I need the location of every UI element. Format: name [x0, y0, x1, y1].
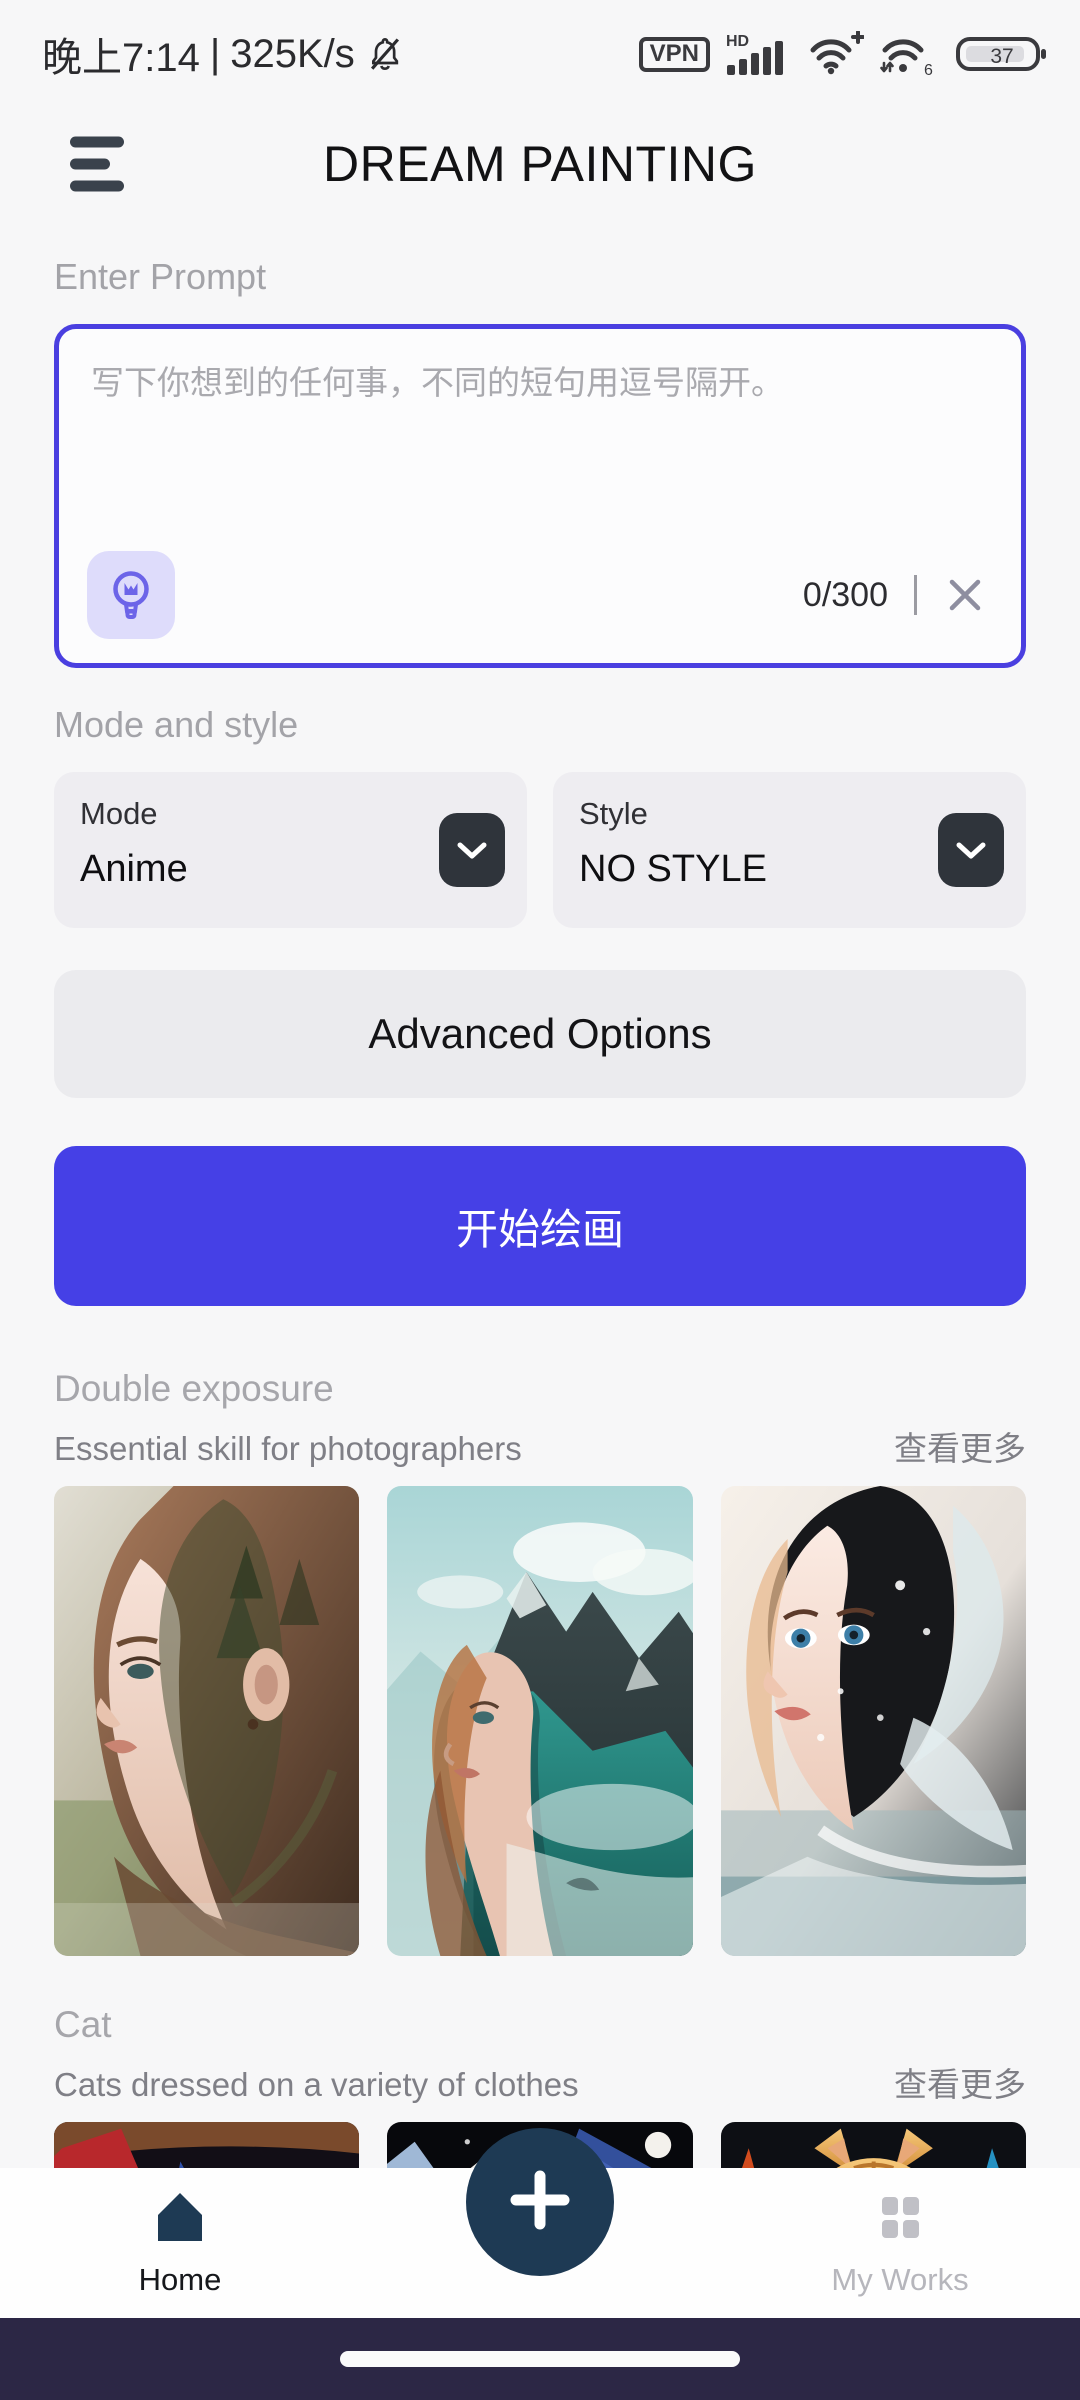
gallery-title: Double exposure — [54, 1368, 334, 1409]
mode-style-row: Mode Anime Style NO STYLE — [54, 772, 1026, 928]
close-x-icon[interactable] — [943, 573, 987, 617]
prompt-footer: 0/300 — [87, 551, 993, 639]
gesture-pill[interactable] — [340, 2351, 740, 2367]
app-bar: DREAM PAINTING — [0, 108, 1080, 220]
style-label: Style — [579, 796, 648, 831]
page-title: DREAM PAINTING — [323, 136, 757, 192]
status-network-speed: 325K/s — [230, 31, 355, 76]
gallery-title: Cat — [54, 2004, 112, 2045]
gallery-subtitle: Essential skill for photographers — [54, 1430, 522, 1467]
battery-icon: 37 — [956, 31, 1048, 77]
vpn-icon: VPN — [638, 36, 710, 72]
mode-selector[interactable]: Mode Anime — [54, 772, 527, 928]
phone-screen: 晚上7:14 | 325K/s VPN HD 6 37 DREAM PAINTI… — [0, 0, 1080, 2400]
hamburger-line — [70, 158, 110, 170]
status-bar-right: VPN HD 6 37 — [638, 31, 1048, 77]
home-icon — [152, 2189, 208, 2252]
status-bar: 晚上7:14 | 325K/s VPN HD 6 37 — [0, 0, 1080, 108]
hamburger-line — [70, 180, 124, 192]
gallery-thumbnail-water-portrait[interactable] — [720, 1486, 1026, 1956]
lightbulb-idea-icon[interactable] — [87, 551, 175, 639]
system-gesture-bar — [0, 2318, 1080, 2400]
character-counter: 0/300 — [802, 575, 888, 614]
advanced-options-button[interactable]: Advanced Options — [54, 970, 1026, 1098]
gallery-see-more-link[interactable]: 查看更多 — [894, 2058, 1026, 2106]
gallery-thumbnail-cat-fire-ice[interactable] — [720, 2122, 1026, 2168]
gallery-subtitle-row: Cats dressed on a variety of clothes 查看更… — [54, 2058, 1026, 2106]
plus-icon — [506, 2166, 574, 2239]
grid-icon — [872, 2189, 928, 2252]
nav-label-home: Home — [138, 2261, 222, 2297]
nav-item-my-works[interactable]: My Works — [720, 2189, 1080, 2298]
status-separator: | — [209, 31, 221, 76]
prompt-input[interactable]: 写下你想到的任何事，不同的短句用逗号隔开。 — [91, 359, 989, 407]
battery-level-text: 37 — [990, 45, 1013, 68]
prompt-label: Enter Prompt — [54, 256, 267, 297]
start-painting-button[interactable]: 开始绘画 — [54, 1146, 1026, 1306]
nav-item-home[interactable]: Home — [0, 2189, 360, 2298]
main-content: Enter Prompt 写下你想到的任何事，不同的短句用逗号隔开。 0/300 — [0, 220, 1080, 2168]
bottom-navigation-bar: Home My Works — [0, 2128, 1080, 2318]
gallery-thumbnail-forest-portrait[interactable] — [54, 1486, 360, 1956]
gallery-thumbnail-cat-red-blue[interactable] — [54, 2122, 360, 2168]
status-time: 晚上7:14 — [42, 36, 200, 80]
mode-style-label: Mode and style — [54, 704, 299, 745]
status-bar-left: 晚上7:14 | 325K/s — [42, 25, 405, 83]
hamburger-line — [70, 136, 124, 148]
prompt-divider — [914, 575, 917, 615]
chevron-down-icon[interactable] — [439, 813, 505, 887]
wifi6-label: 6 — [924, 62, 933, 77]
hamburger-menu-icon[interactable] — [70, 136, 124, 192]
svg-text:HD: HD — [726, 33, 749, 50]
style-selector[interactable]: Style NO STYLE — [553, 772, 1026, 928]
chevron-down-icon[interactable] — [938, 813, 1004, 887]
mode-label: Mode — [80, 796, 158, 831]
gallery-section-double-exposure: Double exposure Essential skill for phot… — [54, 1368, 1026, 1956]
bell-muted-icon — [365, 34, 405, 74]
create-fab-button[interactable] — [466, 2128, 614, 2276]
hd-signal-icon: HD — [726, 31, 792, 77]
prompt-input-container[interactable]: 写下你想到的任何事，不同的短句用逗号隔开。 0/300 — [54, 324, 1026, 668]
gallery-strip — [54, 1486, 1026, 1956]
gallery-subtitle-row: Essential skill for photographers 查看更多 — [54, 1422, 1026, 1470]
wifi-6-icon: 6 — [880, 31, 940, 77]
mode-value: Anime — [80, 848, 188, 890]
gallery-see-more-link[interactable]: 查看更多 — [894, 1422, 1026, 1470]
gallery-thumbnail-mountain-portrait[interactable] — [387, 1486, 693, 1956]
gallery-subtitle: Cats dressed on a variety of clothes — [54, 2066, 579, 2103]
wifi-plus-icon — [808, 31, 864, 77]
nav-label-my-works: My Works — [831, 2261, 969, 2297]
prompt-meta: 0/300 — [803, 573, 993, 617]
style-value: NO STYLE — [579, 848, 767, 890]
